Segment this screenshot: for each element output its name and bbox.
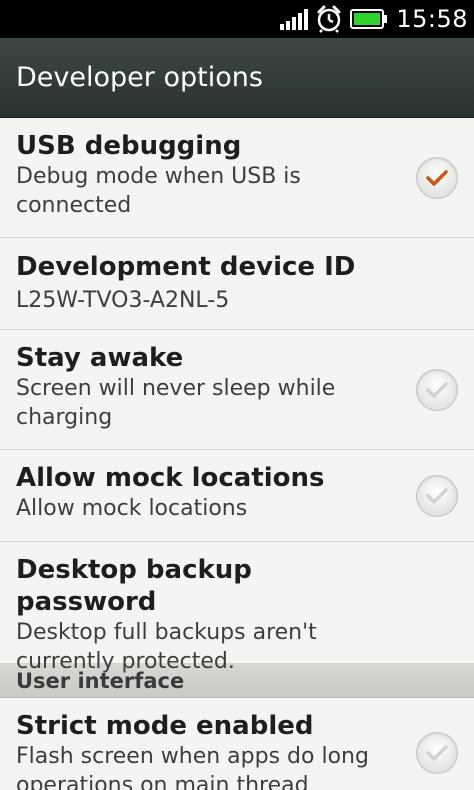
status-icons: 15:58 <box>280 0 468 38</box>
pref-summary: Flash screen when apps do long operation… <box>16 744 369 790</box>
pref-title: USB debugging <box>16 131 242 161</box>
pref-summary: Screen will never sleep while charging <box>16 376 336 430</box>
usb-debugging-checkbox[interactable] <box>416 156 458 199</box>
pref-summary: L25W-TVO3-A2NL-5 <box>16 288 230 313</box>
preference-list: USB debugging Debug mode when USB is con… <box>0 118 474 790</box>
pref-stay-awake[interactable]: Stay awake Screen will never sleep while… <box>0 330 474 450</box>
checkmark-icon <box>426 745 448 761</box>
pref-desktop-backup-password[interactable]: Desktop backup password Desktop full bac… <box>0 542 474 674</box>
status-clock: 15:58 <box>396 5 468 33</box>
status-bar: 15:58 <box>0 0 474 38</box>
pref-allow-mock-locations[interactable]: Allow mock locations Allow mock location… <box>0 450 474 542</box>
pref-usb-debugging[interactable]: USB debugging Debug mode when USB is con… <box>0 118 474 238</box>
mock-locations-checkbox[interactable] <box>416 474 458 517</box>
pref-title: Stay awake <box>16 343 184 373</box>
checkmark-icon <box>426 487 448 504</box>
pref-title: Development device ID <box>16 252 356 282</box>
stay-awake-checkbox[interactable] <box>416 368 458 411</box>
pref-strict-mode[interactable]: Strict mode enabled Flash screen when ap… <box>0 698 474 790</box>
page-title: Developer options <box>16 62 263 93</box>
action-bar: Developer options <box>0 38 474 118</box>
strict-mode-checkbox[interactable] <box>416 732 458 774</box>
checkmark-icon <box>426 169 448 186</box>
pref-summary: Allow mock locations <box>16 496 248 521</box>
pref-title: Strict mode enabled <box>16 711 314 741</box>
battery-icon <box>350 8 388 30</box>
pref-development-device-id[interactable]: Development device ID L25W-TVO3-A2NL-5 <box>0 238 474 330</box>
pref-title: Desktop backup password <box>16 555 252 617</box>
pref-summary: Desktop full backups aren't currently pr… <box>16 620 317 674</box>
signal-icon <box>280 8 309 30</box>
pref-summary: Debug mode when USB is connected <box>16 164 301 218</box>
checkmark-icon <box>426 381 448 398</box>
alarm-icon <box>316 5 342 33</box>
pref-title: Allow mock locations <box>16 463 325 493</box>
